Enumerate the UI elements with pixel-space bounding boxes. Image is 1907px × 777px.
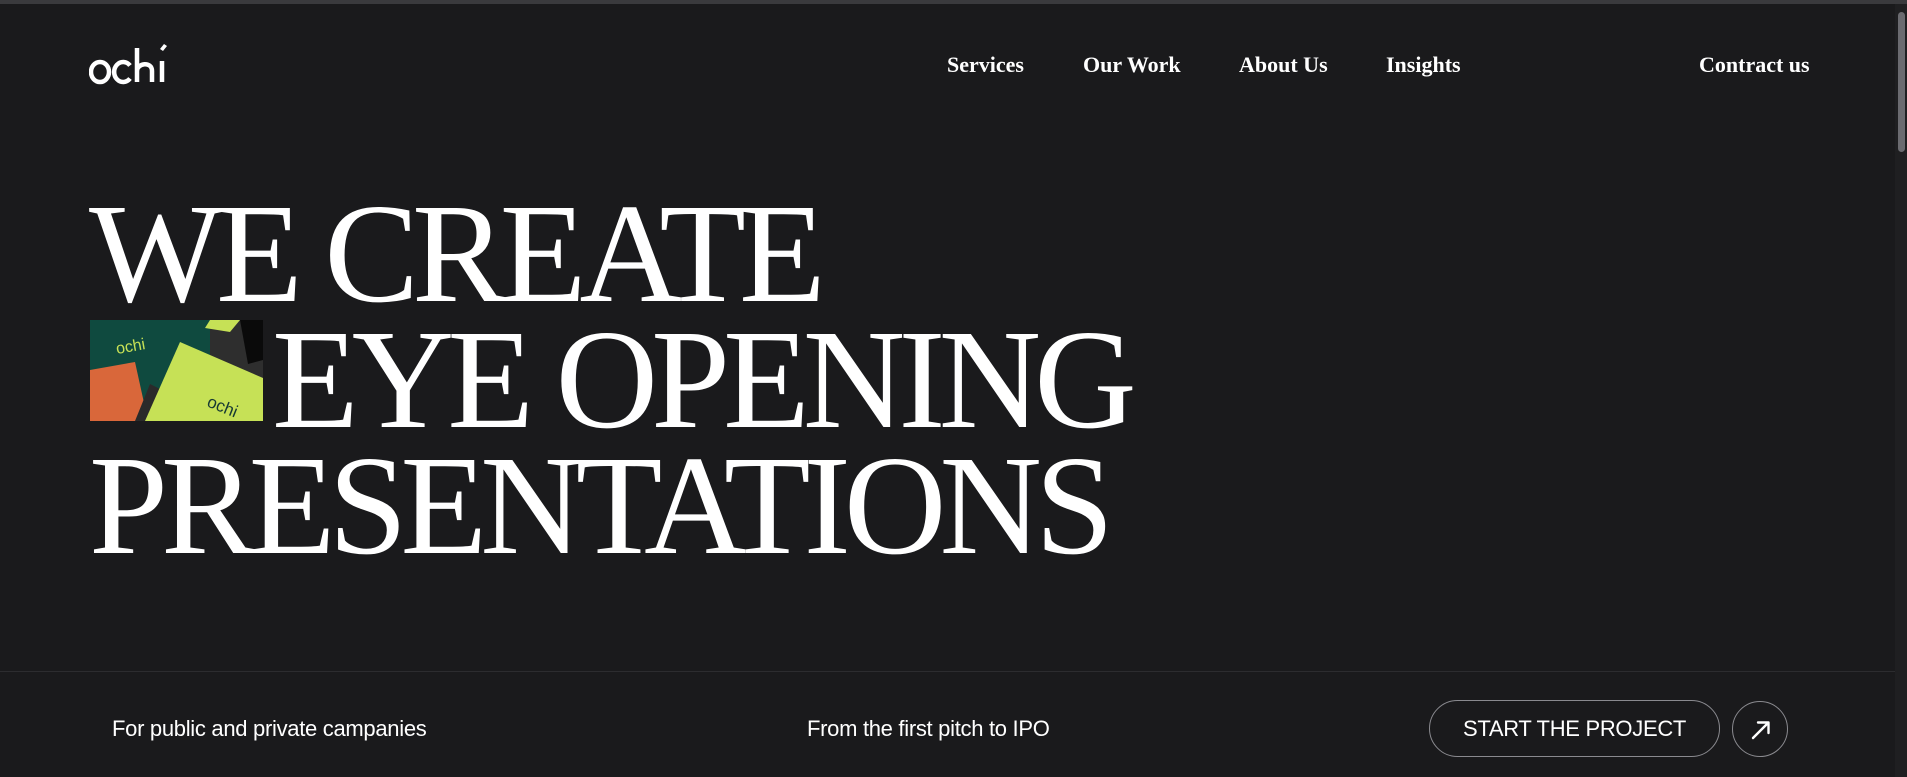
ochi-cards-image-icon: ochi ochi [90,320,263,421]
nav-contact-us[interactable]: Contract us [1699,52,1810,78]
hero-heading-line-3: PRESENTATIONS [89,426,1114,584]
start-project-arrow-button[interactable] [1732,701,1788,757]
scrollbar-thumb[interactable] [1898,12,1905,152]
ochi-logo-icon [88,44,167,85]
section-divider [0,671,1895,672]
start-project-button[interactable]: START THE PROJECT [1429,700,1720,757]
nav-insights[interactable]: Insights [1386,52,1461,78]
nav-our-work[interactable]: Our Work [1083,52,1181,78]
tagline-left: For public and private campanies [112,716,427,741]
ochi-logo[interactable] [88,44,175,88]
nav-about-us[interactable]: About Us [1239,52,1328,78]
tagline-middle: From the first pitch to IPO [807,716,1050,741]
scrollbar[interactable] [1895,4,1907,777]
browser-top-strip [0,0,1907,4]
page: Services Our Work About Us Insights Cont… [0,0,1907,777]
arrow-up-right-icon [1751,721,1770,740]
hero-thumbnail-image: ochi ochi [90,320,263,421]
nav-services[interactable]: Services [947,52,1024,78]
